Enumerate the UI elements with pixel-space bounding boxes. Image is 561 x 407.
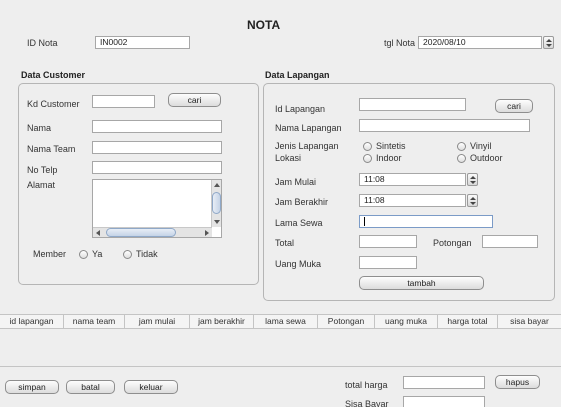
tambah-button[interactable]: tambah bbox=[359, 276, 484, 290]
nama-team-label: Nama Team bbox=[27, 144, 76, 154]
page-title: NOTA bbox=[247, 18, 281, 32]
nama-lapangan-field[interactable] bbox=[359, 119, 530, 132]
jenis-vinyil-radio[interactable] bbox=[457, 142, 466, 151]
keluar-button[interactable]: keluar bbox=[124, 380, 178, 394]
nama-field[interactable] bbox=[92, 120, 222, 133]
potongan-field[interactable] bbox=[482, 235, 538, 248]
scroll-right-icon[interactable] bbox=[205, 230, 209, 236]
member-ya-radio[interactable] bbox=[79, 250, 88, 259]
column-header[interactable]: nama team bbox=[64, 315, 125, 328]
text-caret bbox=[364, 217, 365, 227]
potongan-label: Potongan bbox=[433, 238, 472, 248]
column-header[interactable]: jam mulai bbox=[125, 315, 190, 328]
jenis-sintetis-radio[interactable] bbox=[363, 142, 372, 151]
column-header[interactable]: harga total bbox=[438, 315, 498, 328]
jam-berakhir-label: Jam Berakhir bbox=[275, 197, 329, 207]
alamat-horizontal-scrollbar[interactable] bbox=[93, 227, 212, 237]
column-header[interactable]: uang muka bbox=[375, 315, 438, 328]
jam-mulai-spinner[interactable] bbox=[467, 173, 478, 186]
customer-section-title: Data Customer bbox=[21, 70, 86, 80]
total-field[interactable] bbox=[359, 235, 417, 248]
no-telp-label: No Telp bbox=[27, 165, 58, 175]
sisa-bayar-label: Sisa Bayar bbox=[345, 399, 389, 407]
table-header: id lapangan nama team jam mulai jam bera… bbox=[0, 314, 561, 329]
jenis-lapangan-label: Jenis Lapangan bbox=[275, 141, 339, 151]
total-harga-label: total harga bbox=[345, 380, 388, 390]
jam-berakhir-field[interactable]: 11:08 bbox=[359, 194, 466, 207]
kd-customer-field[interactable] bbox=[92, 95, 155, 108]
vertical-scroll-thumb[interactable] bbox=[212, 192, 221, 214]
member-tidak-radio[interactable] bbox=[123, 250, 132, 259]
hapus-button[interactable]: hapus bbox=[495, 375, 540, 389]
customer-cari-button[interactable]: cari bbox=[168, 93, 221, 107]
alamat-textarea[interactable] bbox=[92, 179, 222, 238]
lokasi-outdoor-label: Outdoor bbox=[470, 153, 503, 163]
total-label: Total bbox=[275, 238, 295, 248]
scroll-up-icon[interactable] bbox=[214, 183, 220, 187]
jenis-sintetis-label: Sintetis bbox=[376, 141, 406, 151]
horizontal-scroll-thumb[interactable] bbox=[106, 228, 176, 237]
column-header[interactable]: Potongan bbox=[318, 315, 375, 328]
spinner-down-icon bbox=[470, 181, 476, 184]
nota-window: NOTA ID Nota IN0002 tgl Nota 2020/08/10 … bbox=[0, 0, 561, 407]
nama-label: Nama bbox=[27, 123, 52, 133]
scroll-left-icon[interactable] bbox=[96, 230, 100, 236]
tgl-nota-label: tgl Nota bbox=[384, 38, 416, 48]
lokasi-indoor-label: Indoor bbox=[376, 153, 402, 163]
spinner-up-icon bbox=[470, 197, 476, 200]
member-ya-label: Ya bbox=[92, 249, 103, 259]
table-body[interactable] bbox=[0, 329, 561, 367]
spinner-down-icon bbox=[546, 44, 552, 47]
lama-sewa-field[interactable] bbox=[359, 215, 493, 228]
spinner-up-icon bbox=[546, 39, 552, 42]
jam-mulai-field[interactable]: 11:08 bbox=[359, 173, 466, 186]
jenis-vinyil-label: Vinyil bbox=[470, 141, 492, 151]
column-header[interactable]: jam berakhir bbox=[190, 315, 254, 328]
id-nota-label: ID Nota bbox=[27, 38, 58, 48]
column-header[interactable]: sisa bayar bbox=[498, 315, 561, 328]
lapangan-section-title: Data Lapangan bbox=[265, 70, 330, 80]
lokasi-outdoor-radio[interactable] bbox=[457, 154, 466, 163]
member-tidak-label: Tidak bbox=[136, 249, 158, 259]
nama-lapangan-label: Nama Lapangan bbox=[275, 123, 342, 133]
spinner-up-icon bbox=[470, 176, 476, 179]
column-header[interactable]: id lapangan bbox=[0, 315, 64, 328]
no-telp-field[interactable] bbox=[92, 161, 222, 174]
tgl-nota-spinner[interactable] bbox=[543, 36, 554, 49]
spinner-down-icon bbox=[470, 202, 476, 205]
jam-mulai-label: Jam Mulai bbox=[275, 177, 317, 187]
lapangan-cari-button[interactable]: cari bbox=[495, 99, 533, 113]
alamat-label: Alamat bbox=[27, 180, 56, 190]
total-harga-field[interactable] bbox=[403, 376, 485, 389]
simpan-button[interactable]: simpan bbox=[5, 380, 59, 394]
nama-team-field[interactable] bbox=[92, 141, 222, 154]
batal-button[interactable]: batal bbox=[66, 380, 115, 394]
tgl-nota-field[interactable]: 2020/08/10 bbox=[418, 36, 542, 49]
jam-berakhir-spinner[interactable] bbox=[467, 194, 478, 207]
column-header[interactable]: lama sewa bbox=[254, 315, 318, 328]
lama-sewa-label: Lama Sewa bbox=[275, 218, 323, 228]
id-lapangan-label: Id Lapangan bbox=[275, 104, 326, 114]
alamat-vertical-scrollbar[interactable] bbox=[211, 180, 221, 227]
lokasi-label: Lokasi bbox=[275, 153, 302, 163]
uang-muka-label: Uang Muka bbox=[275, 259, 322, 269]
lokasi-indoor-radio[interactable] bbox=[363, 154, 372, 163]
member-label: Member bbox=[33, 249, 67, 259]
kd-customer-label: Kd Customer bbox=[27, 99, 80, 109]
uang-muka-field[interactable] bbox=[359, 256, 417, 269]
id-nota-field[interactable]: IN0002 bbox=[95, 36, 190, 49]
id-lapangan-field[interactable] bbox=[359, 98, 466, 111]
scroll-down-icon[interactable] bbox=[214, 220, 220, 224]
sisa-bayar-field[interactable] bbox=[403, 396, 485, 407]
